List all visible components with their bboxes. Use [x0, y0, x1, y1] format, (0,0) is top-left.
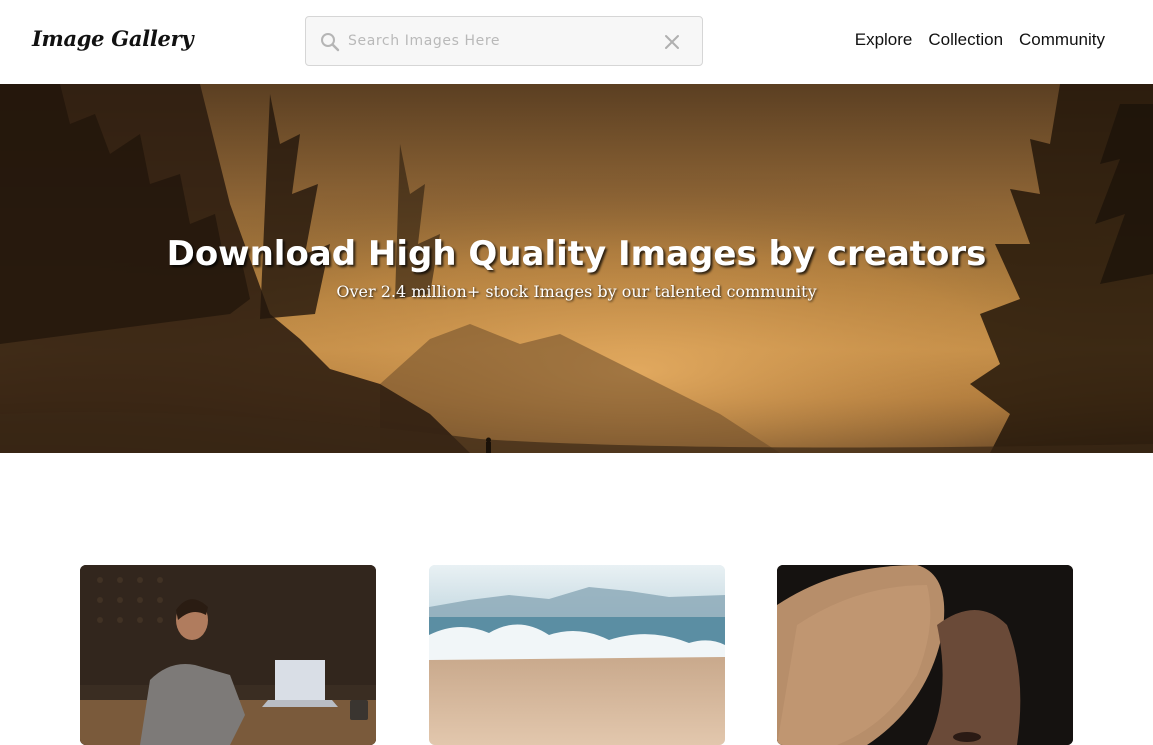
hero-subtitle: Over 2.4 million+ stock Images by our ta… — [336, 282, 817, 301]
gallery-image-laptop — [80, 565, 376, 745]
search-input[interactable] — [348, 25, 648, 57]
close-icon[interactable] — [662, 32, 682, 52]
nav-link-collection[interactable]: Collection — [928, 30, 1003, 50]
gallery-image-hat — [777, 565, 1073, 745]
gallery-card-beach[interactable] — [429, 565, 725, 745]
gallery-card-laptop[interactable] — [80, 565, 376, 745]
navbar: Image Gallery Explore Collection Communi… — [0, 0, 1153, 84]
search-icon — [321, 33, 340, 52]
nav-link-explore[interactable]: Explore — [855, 30, 913, 50]
hero-banner: Download High Quality Images by creators… — [0, 84, 1153, 453]
hero-title: Download High Quality Images by creators — [166, 234, 987, 274]
nav-links: Explore Collection Community — [855, 30, 1105, 50]
search-box[interactable] — [305, 16, 703, 66]
gallery-image-beach — [429, 565, 725, 745]
logo[interactable]: Image Gallery — [32, 26, 194, 51]
gallery-card-hat[interactable] — [777, 565, 1073, 745]
nav-link-community[interactable]: Community — [1019, 30, 1105, 50]
